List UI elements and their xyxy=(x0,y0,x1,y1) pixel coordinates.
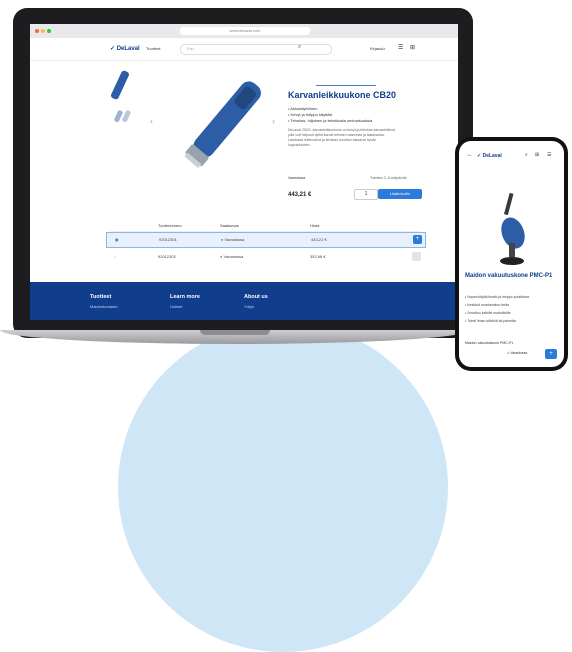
row-add-button[interactable]: + xyxy=(413,235,422,244)
nav-products-link[interactable]: Tuotteet xyxy=(146,46,161,51)
cart-icon[interactable]: ⊞ xyxy=(410,44,415,51)
mobile-product-title: Maidon vakuutuskone PMC-P1 xyxy=(465,273,553,279)
footer-col-title: Tuotteet xyxy=(90,294,112,300)
unselected-radio[interactable]: ○ xyxy=(114,254,116,259)
footer-col-title: About us xyxy=(244,294,268,300)
table-row[interactable]: ○ 92012302 ● Varastossa 352,68 € xyxy=(106,250,424,264)
selected-radio[interactable]: ◉ xyxy=(115,237,119,242)
cart-icon[interactable]: ⊞ xyxy=(535,152,539,158)
feature-bullet: • Akkukäyttöinen xyxy=(288,106,318,111)
row-price: 352,68 € xyxy=(310,254,326,259)
site-header: ✓ DeLaval Tuotteet Etsi ⌕ Kirjaudu ☰ ⊞ xyxy=(30,38,458,61)
mobile-header: ← ✓ DeLaval ⌕ ⊞ ☰ xyxy=(459,141,564,167)
thumbnail-blades[interactable] xyxy=(114,108,134,124)
row-sku: 92012302 xyxy=(158,254,176,259)
browser-chrome: www.delaval.com xyxy=(30,24,458,39)
footer-link[interactable]: Yritys xyxy=(244,304,254,309)
laptop-notch xyxy=(200,330,270,335)
site-footer: Tuotteet Maidontuotanto Learn more Uutis… xyxy=(30,282,458,320)
row-price: 443,21 € xyxy=(311,237,327,242)
row-add-button[interactable] xyxy=(412,252,421,261)
back-arrow-icon[interactable]: ← xyxy=(467,152,473,158)
thumbnail-clipper[interactable] xyxy=(110,69,130,101)
category-badge[interactable] xyxy=(316,80,376,86)
background-circle xyxy=(118,322,448,652)
col-price: Hinta xyxy=(310,223,320,228)
search-input[interactable]: Etsi xyxy=(180,44,332,55)
col-sku: Tuotenumero xyxy=(158,223,182,228)
search-placeholder: Etsi xyxy=(187,46,194,51)
prev-image-arrow[interactable]: ‹ xyxy=(150,116,153,126)
mobile-stock: ● Varastossa xyxy=(507,351,528,355)
mobile-bullet: • Toimii ilman sähköä tai painetta xyxy=(465,319,516,323)
table-row[interactable]: ◉ 92012301 ● Varastossa 443,21 € + xyxy=(106,232,426,248)
mobile-bullet: • Soveltuu kaikille maitotiloille xyxy=(465,311,511,315)
product-price: 443,21 € xyxy=(288,192,312,198)
footer-link[interactable]: Maidontuotanto xyxy=(90,304,118,309)
mobile-add-button[interactable]: + xyxy=(545,349,557,359)
close-window-dot[interactable] xyxy=(35,29,39,33)
footer-col-title: Learn more xyxy=(170,294,200,300)
quantity-input[interactable]: 1 xyxy=(354,189,378,200)
address-bar[interactable]: www.delaval.com xyxy=(180,27,310,35)
mobile-variant-label: Maidon vakuutuskone PMC-P1 xyxy=(465,341,514,345)
row-sku: 92012301 xyxy=(159,237,177,242)
row-stock: ● Varastossa xyxy=(221,237,245,242)
minimize-window-dot[interactable] xyxy=(41,29,45,33)
footer-link[interactable]: Uutiset xyxy=(170,304,182,309)
row-stock: ● Varastossa xyxy=(220,254,244,259)
next-image-arrow[interactable]: › xyxy=(272,116,275,126)
user-icon[interactable]: ☰ xyxy=(398,44,403,51)
feature-bullet: • Kevyt ja helppo käyttää xyxy=(288,112,332,117)
laptop-screen: www.delaval.com ✓ DeLaval Tuotteet Etsi … xyxy=(30,24,458,320)
add-to-cart-button[interactable]: Lisää koriin xyxy=(378,189,422,199)
menu-icon[interactable]: ☰ xyxy=(547,152,551,158)
login-link[interactable]: Kirjaudu xyxy=(370,46,385,51)
feature-bullet: • Tehokas, hiljainen ja tehokkaita omina… xyxy=(288,118,373,123)
stock-label: Varastossa xyxy=(288,176,306,180)
variant-table-header: Tuotenumero Saatavuus Hinta xyxy=(110,219,420,232)
product-image-clipper xyxy=(184,81,261,168)
mobile-logo[interactable]: ✓ DeLaval xyxy=(477,153,502,159)
delaval-logo[interactable]: ✓ DeLaval xyxy=(110,45,140,52)
col-stock: Saatavuus xyxy=(220,223,239,228)
search-icon[interactable]: ⌕ xyxy=(525,152,528,158)
phone-frame: ← ✓ DeLaval ⌕ ⊞ ☰ Maidon vakuutuskone PM… xyxy=(455,137,568,371)
mobile-bullet: • Kestävä ruostumaton teräs xyxy=(465,303,510,307)
phone-screen: ← ✓ DeLaval ⌕ ⊞ ☰ Maidon vakuutuskone PM… xyxy=(459,141,564,367)
product-description: DeLaval CB20 -karvanleikkuukone on kevyt… xyxy=(288,128,396,147)
laptop-frame: www.delaval.com ✓ DeLaval Tuotteet Etsi … xyxy=(13,8,473,338)
delivery-note: Toimitus 2–5 arkipäivää xyxy=(370,176,407,180)
maximize-window-dot[interactable] xyxy=(47,29,51,33)
search-icon[interactable]: ⌕ xyxy=(298,44,301,51)
mobile-product-image xyxy=(500,192,525,265)
mobile-bullet: • Nopea käyttöönotto ja helppo puhdistaa xyxy=(465,295,529,299)
product-title: Karvanleikkuukone CB20 xyxy=(288,90,397,100)
